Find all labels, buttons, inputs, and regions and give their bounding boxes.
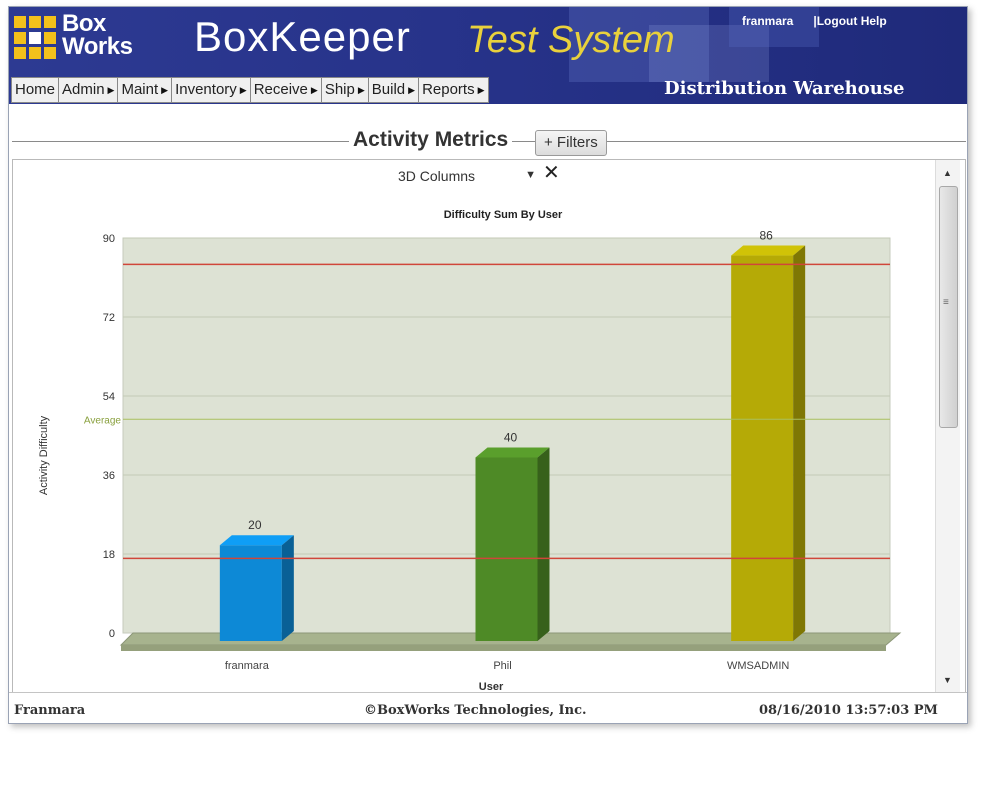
nav-item-label: Admin: [62, 81, 105, 98]
chart-type-value: 3D Columns: [398, 168, 476, 184]
data-label: 86: [759, 229, 773, 243]
nav-item-admin[interactable]: Admin ▶: [59, 78, 119, 102]
chevron-down-icon: ▼: [525, 169, 536, 181]
main-nav: Home Admin ▶ Maint ▶ Inventory ▶ Receive ▶ Ship ▶ B…: [11, 77, 489, 103]
y-axis-label: Activity Difficulty: [38, 415, 50, 495]
nav-item-maint[interactable]: Maint ▶: [118, 78, 173, 102]
footer-user: Franmara: [14, 703, 86, 718]
bar-side: [537, 447, 550, 641]
chevron-right-icon: ▶: [310, 85, 318, 95]
chevron-right-icon: ▶: [107, 85, 115, 95]
x-tick-label: franmara: [225, 660, 270, 672]
chevron-right-icon: ▶: [408, 85, 416, 95]
bar-top: [731, 245, 806, 256]
main-content: Activity Metrics + Filters 0 18 36 54 72 90 20…: [9, 104, 967, 694]
logout-help-link[interactable]: |Logout Help: [813, 14, 886, 28]
nav-item-label: Inventory: [175, 81, 237, 98]
app-header: Box Works BoxKeeper Test System franmara…: [9, 7, 967, 104]
scroll-down-icon[interactable]: ▼: [943, 675, 952, 685]
x-tick-label: Phil: [493, 660, 511, 672]
user-link[interactable]: franmara: [742, 14, 793, 28]
logo-grid-icon: [14, 16, 58, 60]
chart-title: Difficulty Sum By User: [444, 209, 563, 221]
average-label: Average: [84, 415, 122, 426]
nav-item-label: Receive: [253, 81, 308, 98]
status-footer: Franmara ©BoxWorks Technologies, Inc. 08…: [9, 692, 967, 723]
grip-icon: ≡: [943, 297, 949, 308]
bar-wmsadmin: [731, 255, 794, 642]
nav-item-reports[interactable]: Reports ▶: [419, 78, 487, 102]
y-tick-label: 36: [103, 470, 115, 482]
nav-item-label: Build: [371, 81, 406, 98]
chevron-right-icon: ▶: [239, 85, 247, 95]
chevron-right-icon: ▶: [161, 85, 169, 95]
footer-copyright: ©BoxWorks Technologies, Inc.: [364, 703, 587, 718]
section-title: Activity Metrics: [349, 128, 513, 152]
logo-text: Box Works: [62, 10, 133, 60]
y-tick-label: 18: [103, 549, 115, 561]
chart-panel: 0 18 36 54 72 90 20 franmara 40 Phil 86 WMSADMIN Ave…: [12, 159, 966, 694]
chevron-right-icon: ▶: [477, 85, 485, 95]
nav-item-inventory[interactable]: Inventory ▶: [172, 78, 251, 102]
bar-side: [793, 245, 806, 642]
footer-timestamp: 08/16/2010 13:57:03 PM: [759, 703, 938, 718]
top-links: franmara |Logout Help: [742, 14, 887, 28]
nav-item-label: Reports: [422, 81, 475, 98]
scroll-thumb[interactable]: ≡: [939, 186, 958, 428]
bar-phil: [475, 457, 538, 641]
app-title: BoxKeeper: [194, 13, 411, 60]
chevron-right-icon: ▶: [357, 85, 365, 95]
y-tick-label: 0: [109, 628, 115, 640]
app-window: Box Works BoxKeeper Test System franmara…: [8, 6, 968, 724]
logo-line2: Works: [62, 33, 133, 60]
close-icon[interactable]: ✕: [543, 160, 560, 185]
logo-line1: Box: [62, 10, 106, 37]
nav-item-label: Home: [15, 81, 56, 98]
chart-type-select[interactable]: 3D Columns ▼: [398, 165, 538, 187]
bar-top: [475, 447, 550, 458]
nav-item-label: Ship: [324, 81, 355, 98]
data-label: 20: [248, 518, 262, 532]
app-subtitle: Test System: [467, 19, 675, 61]
scroll-up-icon[interactable]: ▲: [943, 168, 952, 178]
bar-franmara: [219, 545, 282, 641]
chart-floor-edge: [121, 645, 886, 651]
y-tick-label: 90: [103, 233, 115, 245]
boxworks-logo: Box Works: [14, 10, 144, 62]
data-label: 40: [504, 430, 518, 444]
bar-side: [281, 535, 294, 641]
activity-chart: 0 18 36 54 72 90 20 franmara 40 Phil 86 WMSADMIN Ave…: [38, 209, 902, 693]
nav-item-receive[interactable]: Receive ▶: [251, 78, 322, 102]
y-tick-label: 72: [103, 312, 115, 324]
nav-item-ship[interactable]: Ship ▶: [322, 78, 369, 102]
warehouse-name: Distribution Warehouse: [664, 78, 905, 99]
y-tick-label: 54: [103, 391, 115, 403]
nav-item-label: Maint: [121, 81, 159, 98]
x-tick-label: WMSADMIN: [727, 660, 789, 672]
vertical-scrollbar[interactable]: ▲ ≡ ▼: [935, 160, 960, 693]
filters-button[interactable]: + Filters: [535, 130, 607, 156]
nav-item-build[interactable]: Build ▶: [369, 78, 420, 102]
nav-item-home[interactable]: Home: [12, 78, 60, 102]
bar-top: [219, 535, 294, 546]
